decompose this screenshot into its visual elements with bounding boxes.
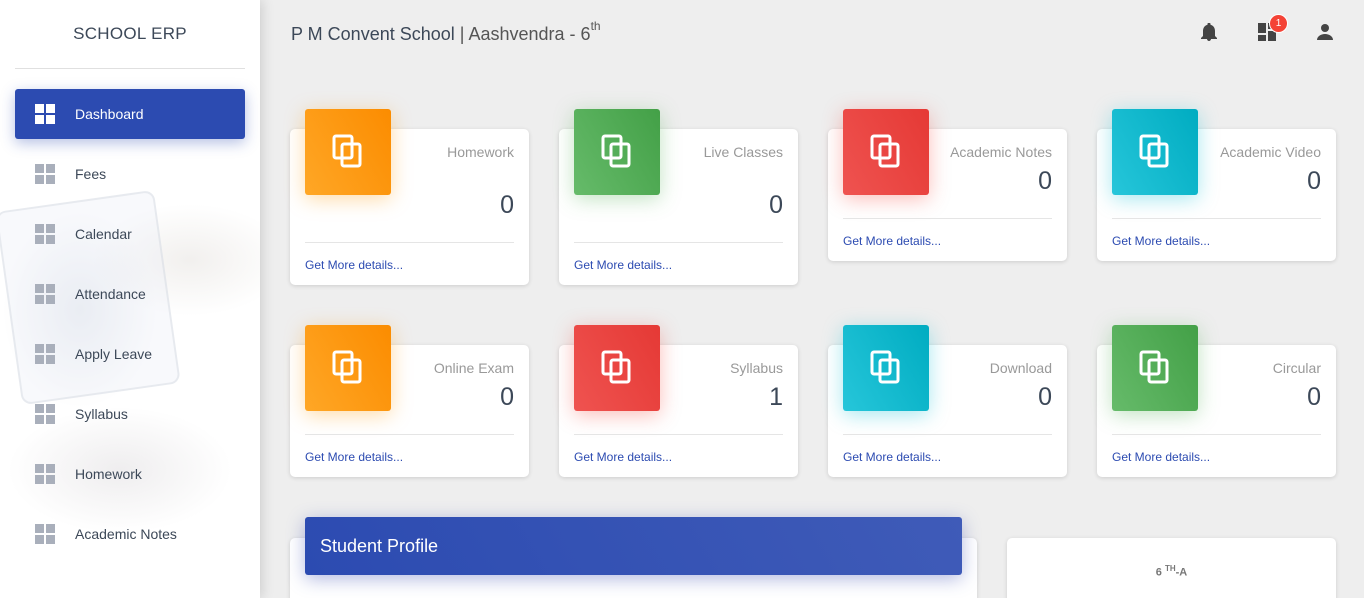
sidebar-nav: Dashboard Fees Calendar Attendance Apply… xyxy=(15,89,245,569)
card-link[interactable]: Get More details... xyxy=(1112,434,1321,464)
card-link[interactable]: Get More details... xyxy=(305,242,514,272)
card-value: 0 xyxy=(769,191,783,219)
sidebar-item-dashboard[interactable]: Dashboard xyxy=(15,89,245,139)
sidebar-item-homework[interactable]: Homework xyxy=(15,449,245,499)
dashboard-icon xyxy=(35,164,55,184)
person-icon[interactable] xyxy=(1316,22,1334,42)
copy-icon xyxy=(574,109,660,195)
card-value: 0 xyxy=(1038,383,1052,411)
notification-badge: 1 xyxy=(1269,14,1288,33)
card-title: Homework xyxy=(447,144,514,160)
sidebar-item-apply-leave[interactable]: Apply Leave xyxy=(15,329,245,379)
bell-icon[interactable] xyxy=(1200,22,1218,42)
sidebar-item-attendance[interactable]: Attendance xyxy=(15,269,245,319)
card-title: Live Classes xyxy=(703,144,783,160)
dashboard-icon xyxy=(35,104,55,124)
class-number: 6 xyxy=(1155,566,1162,579)
dashboard-icon xyxy=(35,344,55,364)
card-academic-video[interactable]: Academic Video 0 Get More details... xyxy=(1097,109,1336,261)
card-title: Download xyxy=(989,360,1052,376)
dashboard-icon xyxy=(35,524,55,544)
card-value: 0 xyxy=(1038,167,1052,195)
class-card: 6 TH-A xyxy=(1007,538,1336,598)
card-title: Circular xyxy=(1272,360,1321,376)
card-link[interactable]: Get More details... xyxy=(574,242,783,272)
card-value: 1 xyxy=(769,383,783,411)
dashboard-icon[interactable]: 1 xyxy=(1258,14,1288,42)
card-online-exam[interactable]: Online Exam 0 Get More details... xyxy=(290,325,529,477)
card-link[interactable]: Get More details... xyxy=(1112,218,1321,248)
title-separator: | xyxy=(459,24,465,44)
top-actions: 1 xyxy=(1200,14,1334,42)
copy-icon xyxy=(1112,325,1198,411)
card-value: 0 xyxy=(500,383,514,411)
card-link[interactable]: Get More details... xyxy=(843,434,1052,464)
sidebar: SCHOOL ERP Dashboard Fees Calendar Atten… xyxy=(0,0,260,598)
class-section: -A xyxy=(1175,566,1188,579)
sidebar-item-label: Apply Leave xyxy=(75,346,153,362)
card-title: Online Exam xyxy=(433,360,514,376)
sidebar-item-academic-notes[interactable]: Academic Notes xyxy=(15,509,245,559)
student-name: Aashvendra - 6 xyxy=(468,24,591,44)
card-value: 0 xyxy=(1307,167,1321,195)
card-homework[interactable]: Homework 0 Get More details... xyxy=(290,109,529,285)
dashboard-icon xyxy=(35,464,55,484)
student-profile-header: Student Profile xyxy=(305,517,962,575)
card-value: 0 xyxy=(500,191,514,219)
copy-icon xyxy=(305,109,391,195)
copy-icon xyxy=(843,325,929,411)
card-value: 0 xyxy=(1307,383,1321,411)
sidebar-item-label: Fees xyxy=(75,166,107,182)
card-syllabus[interactable]: Syllabus 1 Get More details... xyxy=(559,325,798,477)
dashboard-icon xyxy=(35,284,55,304)
class-label: 6 TH-A xyxy=(1007,564,1336,579)
dashboard-icon xyxy=(35,404,55,424)
card-title: Academic Notes xyxy=(950,144,1052,160)
class-ordinal: TH xyxy=(1164,564,1176,573)
school-name: P M Convent School xyxy=(291,24,455,44)
card-download[interactable]: Download 0 Get More details... xyxy=(828,325,1067,477)
copy-icon xyxy=(574,325,660,411)
sidebar-item-label: Syllabus xyxy=(75,406,128,422)
card-title: Academic Video xyxy=(1220,144,1321,160)
sidebar-item-syllabus[interactable]: Syllabus xyxy=(15,389,245,439)
brand-logo[interactable]: SCHOOL ERP xyxy=(15,0,245,69)
sidebar-item-label: Homework xyxy=(75,466,142,482)
sidebar-item-label: Attendance xyxy=(75,286,146,302)
copy-icon xyxy=(843,109,929,195)
copy-icon xyxy=(1112,109,1198,195)
page-title: P M Convent School | Aashvendra - 6th xyxy=(291,19,601,45)
card-live-classes[interactable]: Live Classes 0 Get More details... xyxy=(559,109,798,285)
card-title: Syllabus xyxy=(730,360,783,376)
student-class-suffix: th xyxy=(590,19,601,33)
sidebar-item-label: Academic Notes xyxy=(75,526,177,542)
card-link[interactable]: Get More details... xyxy=(574,434,783,464)
sidebar-item-label: Dashboard xyxy=(75,106,144,122)
card-link[interactable]: Get More details... xyxy=(843,218,1052,248)
sidebar-item-label: Calendar xyxy=(75,226,132,242)
sidebar-item-calendar[interactable]: Calendar xyxy=(15,209,245,259)
copy-icon xyxy=(305,325,391,411)
dashboard-icon xyxy=(35,224,55,244)
card-link[interactable]: Get More details... xyxy=(305,434,514,464)
card-circular[interactable]: Circular 0 Get More details... xyxy=(1097,325,1336,477)
card-academic-notes[interactable]: Academic Notes 0 Get More details... xyxy=(828,109,1067,261)
sidebar-item-fees[interactable]: Fees xyxy=(15,149,245,199)
